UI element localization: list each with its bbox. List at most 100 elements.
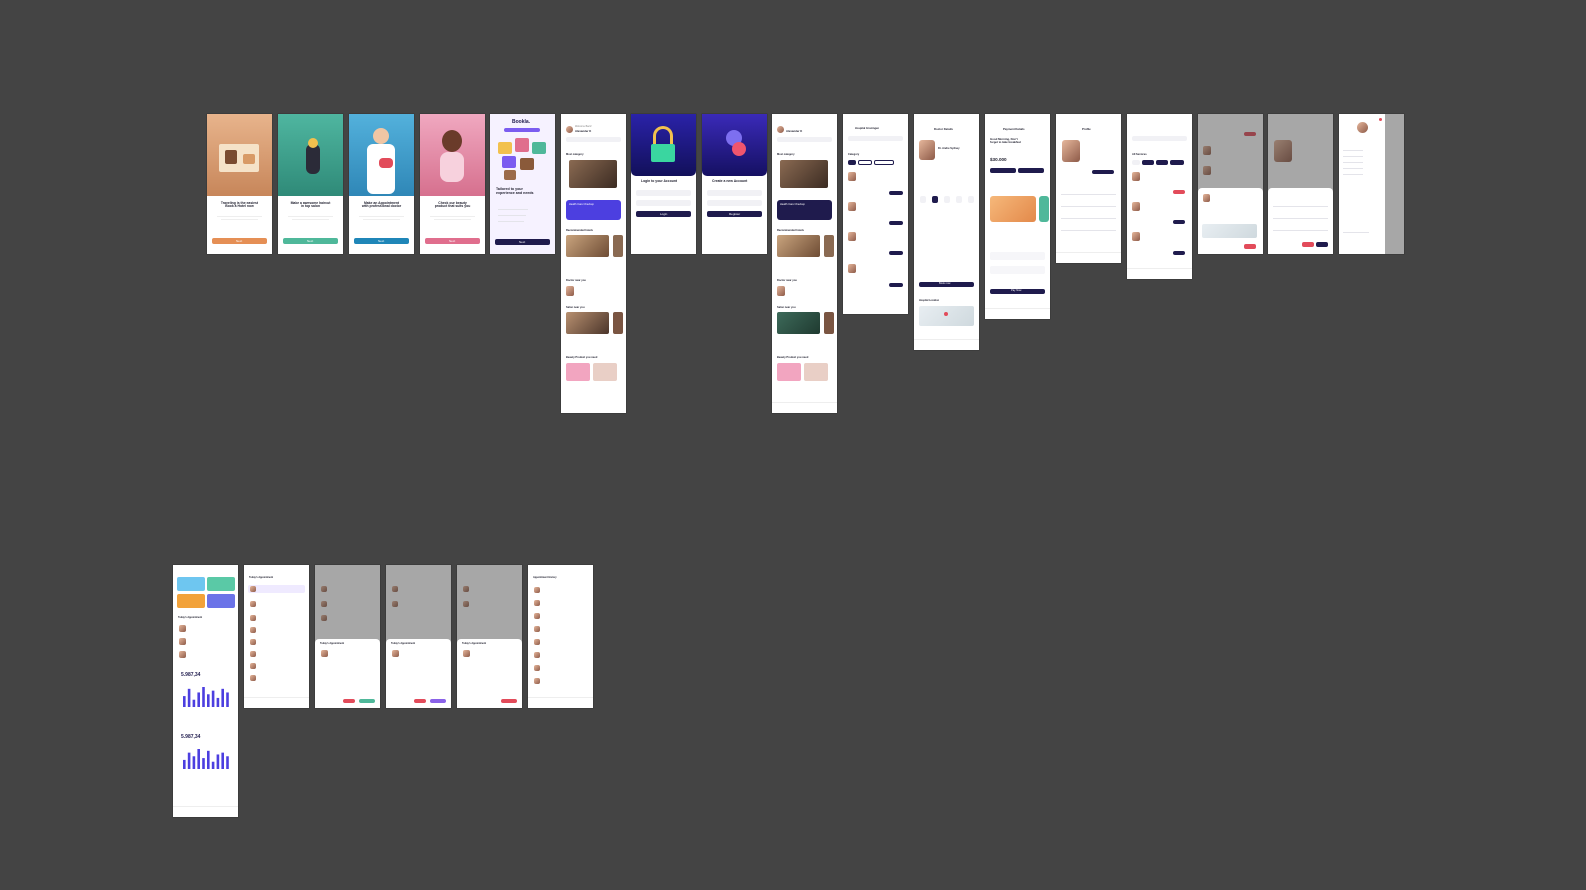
chart-bar xyxy=(221,688,224,707)
chart-bar xyxy=(183,759,186,769)
onboarding-hotel-screen: Traveling is the easiest Book a Hotel no… xyxy=(207,114,272,254)
email-field[interactable] xyxy=(636,190,691,196)
onboarding-title: Make an Appointment with professional do… xyxy=(361,201,402,209)
chart-bar xyxy=(221,752,224,769)
close-icon[interactable] xyxy=(1379,118,1382,121)
search-input[interactable] xyxy=(777,137,832,142)
onboarding-title: Make a awesome haircut in top salon xyxy=(290,201,331,209)
chart-bar xyxy=(202,758,205,769)
stat-card[interactable] xyxy=(177,577,205,591)
avatar[interactable] xyxy=(777,126,784,133)
filter-chip[interactable] xyxy=(848,160,856,165)
register-screen: Create a new Account Register xyxy=(702,114,767,254)
book-button[interactable] xyxy=(889,283,903,287)
all-services-screen: All Services xyxy=(1127,114,1192,279)
bottom-nav xyxy=(914,339,979,350)
location-pin-icon xyxy=(944,312,948,316)
next-button[interactable]: Next xyxy=(212,238,267,244)
book-button[interactable] xyxy=(889,221,903,225)
home-screen-alt: Alexander K Most category Health Care Ch… xyxy=(772,114,837,413)
register-button[interactable]: Register xyxy=(707,211,762,217)
revenue-value: 5.987,34 xyxy=(181,672,201,678)
chart-bar xyxy=(207,750,210,769)
map[interactable] xyxy=(919,306,974,326)
bottom-sheet: Today's Appointment xyxy=(457,639,522,708)
edit-profile-modal-screen xyxy=(1268,114,1333,254)
chart-bar xyxy=(187,752,191,769)
search-input[interactable] xyxy=(848,136,903,141)
bottom-nav xyxy=(173,806,238,817)
payment-details-screen: Payment Details Good Morning, Don't forg… xyxy=(985,114,1050,319)
onboarding-title: Traveling is the easiest Book a Hotel no… xyxy=(220,201,259,209)
credit-card[interactable] xyxy=(990,196,1036,222)
appointments-screen: Today's Appointment xyxy=(244,565,309,708)
password-field[interactable] xyxy=(707,200,762,206)
bottom-nav xyxy=(244,697,309,708)
book-button[interactable]: Book now xyxy=(919,282,974,287)
filter-chip[interactable] xyxy=(858,160,872,165)
side-drawer-screen xyxy=(1339,114,1404,254)
onboarding-beauty-screen: Check our beauty product that suits you … xyxy=(420,114,485,254)
appointment-detail-modal: Today's Appointment xyxy=(457,565,522,708)
search-input[interactable] xyxy=(566,137,621,142)
doctor-list-screen: Hospital Groningen Category xyxy=(843,114,908,314)
search-input[interactable] xyxy=(1132,136,1187,141)
chart-bar xyxy=(197,692,200,707)
book-button[interactable] xyxy=(889,251,903,255)
bottom-nav xyxy=(1056,252,1121,263)
chart-bar xyxy=(192,699,196,707)
chart-bar xyxy=(216,697,220,707)
book-button[interactable] xyxy=(889,191,903,195)
login-button[interactable]: Login xyxy=(636,211,691,217)
stat-card[interactable] xyxy=(207,577,235,591)
next-button[interactable]: Next xyxy=(495,239,550,245)
avatar[interactable] xyxy=(566,126,573,133)
appointment-detail-modal: Today's Appointment xyxy=(386,565,451,708)
next-button[interactable]: Next xyxy=(354,238,409,244)
email-field[interactable] xyxy=(707,190,762,196)
home-screen: Welcome Back! Alexander K Most category … xyxy=(561,114,626,413)
revenue-chart xyxy=(183,749,229,769)
appointment-modal-screen xyxy=(1198,114,1263,254)
pay-now-button[interactable]: Pay Now xyxy=(990,289,1045,294)
bottom-sheet: Today's Appointment xyxy=(315,639,380,708)
filter-chip[interactable] xyxy=(874,160,894,165)
profile-screen: Profile xyxy=(1056,114,1121,263)
map xyxy=(1202,224,1257,238)
chart-bar xyxy=(207,694,210,707)
next-button[interactable]: Next xyxy=(283,238,338,244)
doctor-details-screen: Doctor Details Dr. Andre Sydney Book now… xyxy=(914,114,979,350)
chart-bar xyxy=(183,696,186,707)
password-field[interactable] xyxy=(636,200,691,206)
chart-bar xyxy=(192,756,196,769)
chart-bar xyxy=(211,690,215,707)
chart-bar xyxy=(216,754,220,769)
appointment-detail-modal: Today's Appointment xyxy=(315,565,380,708)
bottom-nav xyxy=(985,308,1050,319)
chart-bar xyxy=(226,692,229,707)
appointment-history-screen: Appointment History xyxy=(528,565,593,708)
next-button[interactable]: Next xyxy=(425,238,480,244)
bookla-intro-screen: Bookla. Tailored to your experience and … xyxy=(490,114,555,254)
stat-card[interactable] xyxy=(177,594,205,608)
onboarding-doctor-screen: Make an Appointment with professional do… xyxy=(349,114,414,254)
stat-card[interactable] xyxy=(207,594,235,608)
banner[interactable]: Health Care Checkup xyxy=(777,200,832,220)
chart-bar xyxy=(226,756,229,769)
bottom-sheet xyxy=(1268,188,1333,254)
onboarding-title: Check our beauty product that suits you xyxy=(434,201,471,209)
bookla-heading: Tailored to your experience and needs xyxy=(496,187,534,195)
bottom-sheet: Today's Appointment xyxy=(386,639,451,708)
onboarding-salon-screen: Make a awesome haircut in top salon Next xyxy=(278,114,343,254)
chart-bar xyxy=(202,687,205,707)
chart-bar xyxy=(187,688,191,707)
bottom-sheet xyxy=(1198,188,1263,254)
app-logo: Bookla. xyxy=(512,119,531,125)
dashboard-screen: Today's Appointment 5.987,34 5.987,34 xyxy=(173,565,238,817)
bottom-nav xyxy=(1127,268,1192,279)
login-screen: Login to your Account Login xyxy=(631,114,696,254)
bottom-nav xyxy=(772,402,837,413)
bottom-nav xyxy=(528,697,593,708)
chart-bar xyxy=(197,749,200,769)
banner[interactable]: Health Care Checkup xyxy=(566,200,621,220)
